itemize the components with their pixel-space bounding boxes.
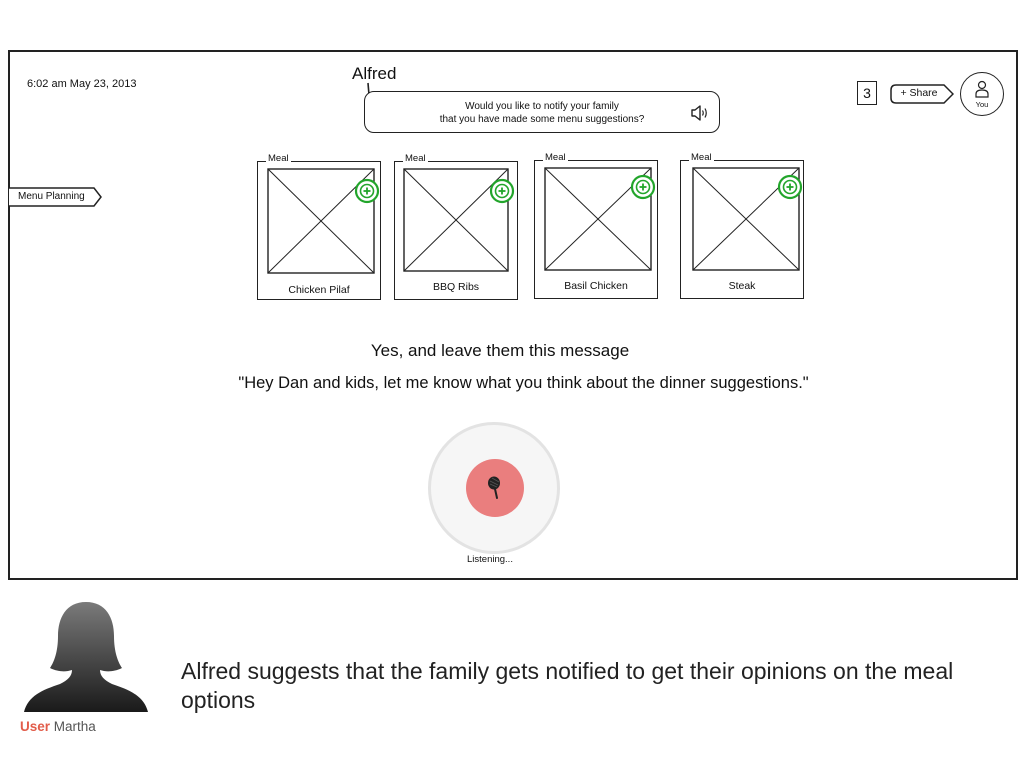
user-avatar-button[interactable]: You	[960, 72, 1004, 116]
meal-name: Basil Chicken	[564, 280, 628, 292]
microphone-button[interactable]	[466, 459, 524, 517]
user-response: Yes, and leave them this message	[370, 341, 630, 360]
share-button[interactable]: + Share	[890, 84, 954, 104]
menu-planning-tab[interactable]: Menu Planning	[8, 187, 102, 207]
add-icon[interactable]	[489, 178, 515, 204]
user-icon	[975, 80, 989, 98]
bubble-line: that you have made some menu suggestions…	[439, 114, 645, 125]
persona-label: User Martha	[20, 719, 96, 734]
notification-count-badge[interactable]: 3	[857, 81, 877, 105]
user-message-quote: "Hey Dan and kids, let me know what you …	[238, 374, 809, 392]
meal-tag: Meal	[543, 152, 568, 164]
add-icon[interactable]	[630, 174, 656, 200]
add-icon[interactable]	[777, 174, 803, 200]
meal-name: Chicken Pilaf	[288, 284, 350, 296]
bubble-line: Would you like to notify your family	[465, 101, 619, 112]
timestamp: 6:02 am May 23, 2013	[27, 78, 137, 90]
meal-tag: Meal	[689, 152, 714, 164]
assistant-speech-bubble: Would you like to notify your family tha…	[364, 91, 720, 133]
scenario-caption: Alfred suggests that the family gets not…	[181, 658, 954, 713]
meal-name: Steak	[728, 280, 756, 292]
meal-card-steak[interactable]: Meal Steak	[680, 152, 804, 299]
meal-name: BBQ Ribs	[432, 281, 480, 293]
share-label: + Share	[900, 87, 938, 99]
microphone-icon	[488, 476, 500, 499]
persona-name: Martha	[53, 719, 96, 734]
meal-tag: Meal	[266, 153, 291, 165]
meal-card-chicken-pilaf[interactable]: Meal Chicken Pilaf	[257, 153, 381, 300]
listening-status: Listening...	[467, 554, 513, 565]
persona-role: User	[20, 719, 51, 734]
menu-tab-label: Menu Planning	[18, 191, 85, 202]
meal-tag: Meal	[403, 153, 428, 165]
avatar-label: You	[975, 100, 989, 109]
add-icon[interactable]	[354, 178, 380, 204]
meal-card-basil-chicken[interactable]: Meal Basil Chicken	[534, 152, 658, 299]
speaker-icon[interactable]	[690, 104, 710, 122]
assistant-name: Alfred	[352, 64, 397, 83]
persona-silhouette	[24, 602, 148, 712]
bubble-message: Would you like to notify your family tha…	[365, 100, 719, 126]
meal-card-bbq-ribs[interactable]: Meal BBQ Ribs	[394, 153, 518, 300]
